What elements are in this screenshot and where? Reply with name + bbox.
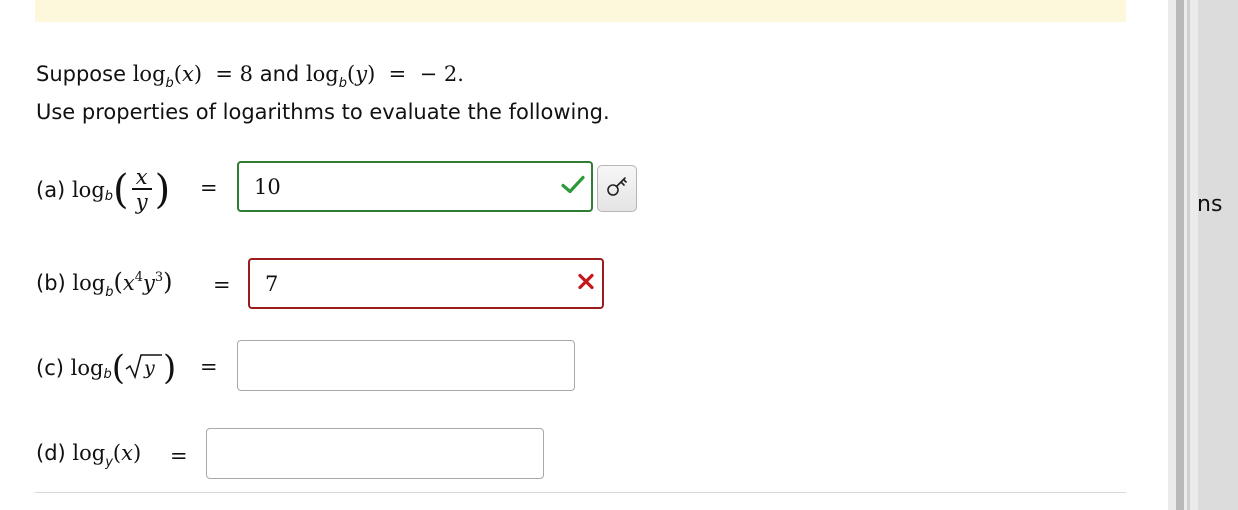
part-b-answer-field[interactable]: 7: [248, 258, 604, 309]
part-b-expression: (b) logb(x4y3): [36, 268, 173, 300]
sqrt-y: y: [125, 352, 163, 385]
part-d-expression: (d) logy(x): [36, 441, 142, 470]
check-icon: [561, 174, 585, 199]
part-a-answer-field[interactable]: 10: [237, 161, 593, 212]
part-d-label: (d): [36, 441, 66, 465]
part-c-label: (c): [36, 356, 64, 380]
part-b-equals: =: [213, 273, 231, 297]
side-panel-text: ns: [1197, 192, 1223, 217]
value-y: − 2.: [419, 62, 464, 86]
part-c-equals: =: [200, 355, 218, 379]
and-word: and: [259, 62, 300, 86]
suppose-word: Suppose: [36, 62, 127, 86]
top-banner: [35, 0, 1126, 22]
part-b-label: (b): [36, 271, 66, 295]
scrollbar-divider: [1187, 0, 1190, 510]
scrollbar-thumb[interactable]: [1176, 0, 1184, 510]
part-d-answer-field[interactable]: [206, 428, 544, 479]
part-a-equals: =: [200, 176, 218, 200]
instruction-text: Use properties of logarithms to evaluate…: [36, 100, 610, 124]
svg-text:y: y: [143, 357, 155, 379]
content-bottom-border: [35, 492, 1126, 493]
part-c-expression: (c) log b ( y ): [36, 348, 177, 388]
part-d-equals: =: [170, 444, 188, 468]
answer-key-button[interactable]: [597, 165, 637, 212]
part-a-answer-value: 10: [254, 174, 281, 199]
value-x: 8: [239, 62, 254, 86]
key-icon: [605, 175, 629, 203]
problem-statement: Suppose logb(x) = 8 and logb(y) = − 2.: [36, 62, 464, 91]
cross-icon: [576, 271, 596, 296]
side-panel: [1198, 0, 1238, 510]
part-a-label: (a): [36, 178, 66, 202]
part-c-answer-field[interactable]: [237, 340, 575, 391]
part-b-answer-value: 7: [265, 271, 279, 296]
part-a-expression: (a) log b ( xy ): [36, 165, 171, 214]
